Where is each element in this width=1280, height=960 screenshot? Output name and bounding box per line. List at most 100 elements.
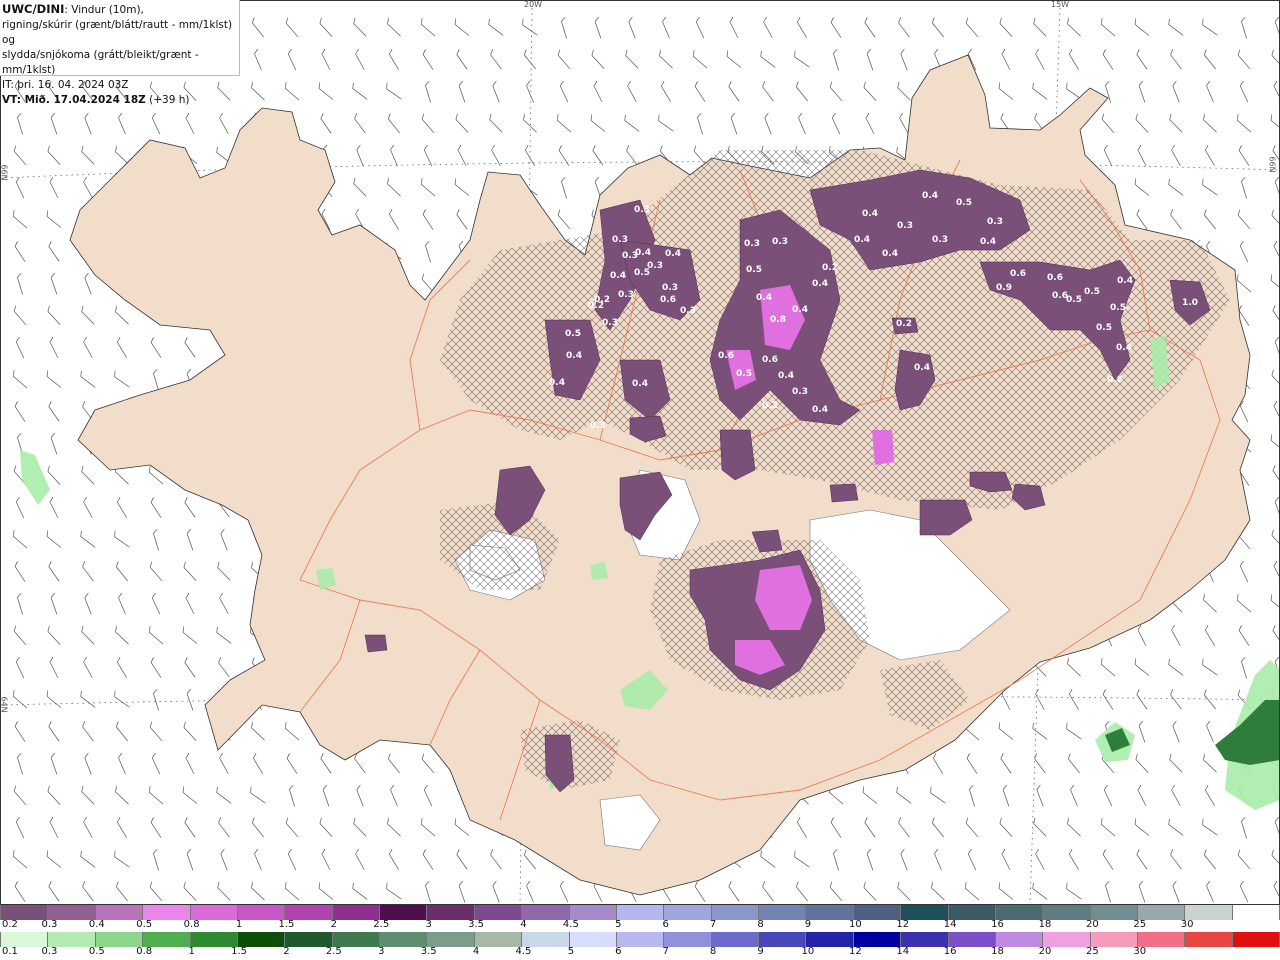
weather-map: 0.30.30.30.40.50.30.40.20.30.40.30.30.30… [0,0,1280,905]
precip-value-label: 0.4 [854,235,870,245]
rain-legend-label: 0.8 [136,946,153,957]
snow-legend-swatch [901,905,949,920]
rain-legend-swatch [1185,932,1233,947]
snow-legend-swatch [48,905,96,920]
precip-value-label: 0.4 [778,371,794,381]
rain-legend-label: 9 [757,946,764,957]
precip-value-label: 0.3 [744,239,760,249]
precip-value-label: 0.3 [680,306,696,316]
snow-legend-swatch [95,905,144,920]
snow-legend-label: 3 [425,919,432,930]
snow-legend-label: 0.8 [183,919,200,930]
precip-value-label: 0.4 [980,237,996,247]
rain-legend-swatch [948,932,996,947]
precip-value-label: 0.6 [718,351,734,361]
rain-legend-swatch [474,932,523,947]
snow-legend-label: 18 [1038,919,1052,930]
rain-legend-swatch [143,932,191,947]
snow-legend-swatch [1232,905,1280,920]
rain-legend-swatch [1043,932,1091,947]
precip-value-label: 0.4 [665,249,681,259]
precip-value-label: 0.4 [914,363,930,373]
rain-legend-label: 6 [615,946,622,957]
snow-legend-swatch [995,905,1044,920]
precip-value-label: 0.3 [647,261,663,271]
rain-legend-swatch [48,932,96,947]
rain-legend-swatch [522,932,570,947]
rain-legend-label: 1 [188,946,195,957]
precip-value-label: 0.3 [662,283,678,293]
forecast-hour: (+39 h) [145,94,190,106]
precip-value-label: 0.3 [602,318,618,328]
snow-legend-label: 20 [1085,919,1099,930]
rain-legend-label: 18 [991,946,1004,957]
snow-legend-swatch [1090,905,1138,920]
snow-legend-swatch [948,905,996,920]
rain-legend-swatch [569,932,617,947]
valid-time: VT: Mið. 17.04.2024 18Z [2,94,146,106]
precip-value-label: 0.4 [812,405,828,415]
precip-value-label: 0.2 [822,263,838,273]
snow-legend-label: 0.5 [136,919,153,930]
precip-value-label: 0.3 [897,221,913,231]
snow-legend-swatch [143,905,191,920]
snow-legend-swatch [1185,905,1233,920]
precip-value-label: 0.3 [792,387,808,397]
rain-legend-label: 2 [283,946,290,957]
rain-legend-swatch [901,932,949,947]
snow-legend-swatch [0,905,49,920]
precip-value-label: 0.4 [812,279,828,289]
snow-legend-label: 0.2 [2,919,18,930]
rain-legend-label: 0.5 [88,946,105,957]
rain-legend-swatch [0,932,49,947]
rain-legend-label: 25 [1085,946,1099,957]
snow-legend-label: 0.3 [41,919,58,930]
snow-legend-label: 6 [662,919,669,930]
rain-legend-swatch [806,932,854,947]
snow-legend-label: 25 [1133,919,1147,930]
precip-value-label: 0.3 [618,290,634,300]
rain-legend-swatch [1138,932,1186,947]
rain-legend-bar [0,932,1280,947]
snow-legend-swatch [616,905,665,920]
precip-value-label: 0.5 [746,265,762,275]
snow-legend-swatch [853,905,902,920]
rain-legend-swatch [759,932,807,947]
snow-legend-swatch [380,905,428,920]
precip-value-label: 0.3 [772,237,788,247]
snow-legend-label: 1.5 [278,919,295,930]
lon-label-20w: 20W [524,0,543,9]
precip-value-label: 0.4 [922,191,938,201]
snow-legend-swatch [806,905,854,920]
snow-legend-swatch [522,905,570,920]
snow-legend-swatch [332,905,380,920]
rain-legend-swatch [237,932,286,947]
rain-legend-swatch [190,932,238,947]
precip-value-label: 0.3 [612,235,628,245]
rain-legend-swatch [664,932,712,947]
rain-legend-label: 14 [896,946,910,957]
rain-legend-swatch [853,932,902,947]
rain-legend-swatch [1090,932,1138,947]
precip-value-label: 0.5 [736,369,752,379]
snow-legend-label: 30 [1180,919,1194,930]
snow-legend-label: 12 [896,919,910,930]
precip-value-label: 0.4 [1117,276,1133,286]
precip-value-label: 0.4 [792,305,808,315]
precip-value-label: 0.4 [1116,343,1132,353]
rain-legend-label: 4 [472,946,480,957]
rain-legend-swatch [1232,932,1280,947]
rain-legend-label: 0.3 [41,946,58,957]
lat-label-66n-left: 66N [0,164,9,181]
rain-legend-label: 10 [801,946,815,957]
precip-value-label: 0.5 [1084,287,1100,297]
snow-legend-labels: 0.2 0.3 0.4 0.5 0.8 1 1.5 2 2.5 3 3.5 4 4.5 5 6 7 8 9 10 12… [0,919,1280,933]
rain-legend-swatch [711,932,759,947]
snow-legend-label: 0.4 [88,919,105,930]
precip-value-label: 0.5 [1066,295,1082,305]
rain-legend-swatch [616,932,665,947]
rain-legend-swatch [427,932,475,947]
precip-value-label: 0.4 [756,293,772,303]
precip-value-label: 0.8 [770,315,786,325]
snow-legend-label: 1 [235,919,243,930]
